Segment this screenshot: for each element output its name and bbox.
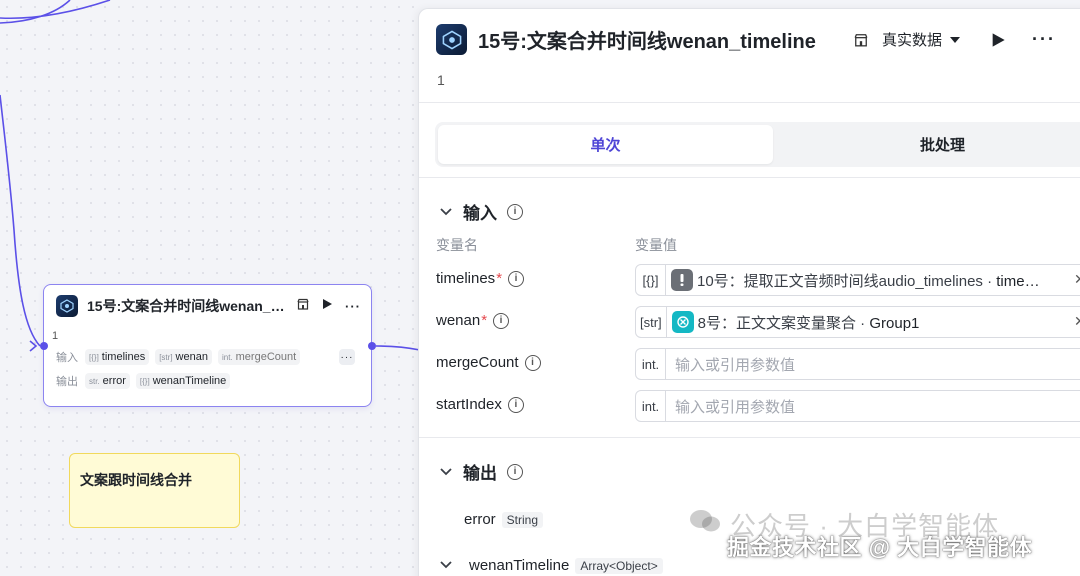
info-icon[interactable]: i: [507, 203, 523, 220]
node-output-label: 输出: [56, 376, 78, 388]
store-icon[interactable]: [297, 297, 309, 315]
var-type-badge: int.: [636, 349, 666, 379]
caret-down-icon: [950, 31, 961, 48]
info-icon[interactable]: i: [524, 354, 541, 371]
panel-more-icon[interactable]: ···: [1032, 29, 1056, 50]
wechat-icon: [688, 507, 722, 542]
output-var-row[interactable]: wenanTimeline Array<Object>: [439, 557, 663, 574]
plugin-logo-icon: [56, 295, 78, 317]
node-input-pill: [str] wenan: [155, 349, 212, 365]
input-placeholder: 输入或引用参数值: [675, 356, 796, 374]
panel-subtitle: 1: [437, 72, 445, 88]
node-input-port[interactable]: [40, 342, 48, 350]
info-icon[interactable]: i: [507, 463, 523, 480]
var-name-startindex: startIndex i: [436, 396, 524, 413]
close-icon[interactable]: ✕: [1074, 271, 1080, 288]
output-section-header[interactable]: 输出 i: [439, 459, 523, 484]
var-type-badge: int.: [636, 391, 666, 421]
var-ref-text: 10号：提取正文音频时间线audio_timelines · time…: [697, 272, 1040, 290]
var-name-timelines: timelines * i: [436, 270, 525, 287]
watermark-line2: 掘金技术社区 @ 大白学智能体: [727, 535, 1033, 560]
node-output-port[interactable]: [368, 342, 376, 350]
node-test-panel: 15号:文案合并时间线wenan_timeline 真实数据 ··· 1 单次 …: [418, 8, 1080, 576]
var-ref-text: 8号：正文文案变量聚合 · Group1: [697, 314, 920, 332]
plugin-logo-icon: [436, 24, 467, 55]
output-name: wenanTimeline: [469, 557, 570, 574]
run-node-button[interactable]: [990, 32, 1006, 48]
divider: [419, 102, 1080, 103]
node-more-icon[interactable]: ···: [345, 299, 361, 314]
column-header-value: 变量值: [635, 237, 677, 253]
var-type-badge: [str]: [636, 307, 667, 337]
input-var-row: wenan* i [str] 8号：正文文案变量聚合 · Group1 ✕: [419, 306, 1080, 338]
mergecount-input[interactable]: int. 输入或引用参数值: [635, 348, 1080, 380]
output-name: error: [464, 511, 496, 528]
divider: [419, 177, 1080, 178]
node-input-pill: int. mergeCount: [217, 349, 301, 365]
divider: [419, 437, 1080, 438]
node-inputs-row: 输入 [{}] timelines [str] wenan int. mergeCou…: [44, 345, 371, 369]
store-icon[interactable]: [854, 33, 868, 47]
chevron-down-icon: [439, 202, 453, 222]
node-outputs-row: 输出 str. error [{}] wenanTimeline: [44, 369, 371, 393]
output-type-tag: Array<Object>: [575, 557, 663, 574]
info-icon[interactable]: i: [508, 270, 525, 287]
note-text: 文案跟时间线合并: [80, 472, 192, 488]
variable-merge-icon: [671, 311, 694, 333]
column-header-name: 变量名: [436, 237, 478, 253]
node-input-pill: [{}] timelines: [85, 349, 150, 365]
var-type-badge: [{}]: [636, 265, 666, 295]
output-type-tag: String: [501, 511, 544, 528]
chevron-down-icon: [439, 462, 453, 482]
input-section-header[interactable]: 输入 i: [439, 199, 523, 224]
chevron-down-icon: [439, 557, 453, 574]
tab-single[interactable]: 单次: [438, 125, 773, 164]
node-output-pill: [{}] wenanTimeline: [135, 373, 231, 389]
info-icon[interactable]: i: [507, 396, 524, 413]
output-var-row: error String: [464, 511, 544, 528]
workflow-node-card[interactable]: 15号:文案合并时间线wenan_timeline ··· 1 输入 [{}]t…: [43, 284, 372, 407]
var-name-mergecount: mergeCount i: [436, 354, 541, 371]
panel-title: 15号:文案合并时间线wenan_timeline: [478, 31, 816, 53]
warning-icon: [671, 269, 693, 291]
tab-batch[interactable]: 批处理: [773, 125, 1080, 164]
node-inputs-more-button[interactable]: ···: [339, 349, 355, 365]
node-input-label: 输入: [56, 352, 78, 364]
run-node-icon[interactable]: [321, 297, 333, 315]
data-mode-dropdown[interactable]: 真实数据: [882, 29, 961, 50]
info-icon[interactable]: i: [493, 312, 510, 329]
node-output-pill: str. error: [85, 373, 130, 389]
startindex-input[interactable]: int. 输入或引用参数值: [635, 390, 1080, 422]
var-name-wenan: wenan * i: [436, 312, 510, 329]
input-placeholder: 输入或引用参数值: [675, 398, 796, 416]
run-mode-tabs: 单次 批处理: [435, 122, 1080, 167]
input-var-row: timelines * i [{}] 10号：提取正文音频时间线audio_tim…: [419, 264, 1080, 296]
output-section-title: 输出: [463, 464, 497, 483]
input-section-title: 输入: [463, 204, 497, 223]
var-ref-field-timelines[interactable]: [{}] 10号：提取正文音频时间线audio_timelines · time…: [635, 264, 1080, 296]
node-title: 15号:文案合并时间线wenan_timeline: [87, 298, 289, 314]
input-var-row: mergeCount i int. 输入或引用参数值: [419, 348, 1080, 380]
sticky-note[interactable]: 文案跟时间线合并: [69, 453, 240, 528]
var-ref-field-wenan[interactable]: [str] 8号：正文文案变量聚合 · Group1 ✕: [635, 306, 1080, 338]
panel-header: 15号:文案合并时间线wenan_timeline 真实数据 ···: [436, 24, 1080, 55]
data-mode-label: 真实数据: [882, 32, 943, 49]
input-var-row: startIndex i int. 输入或引用参数值: [419, 390, 1080, 422]
node-subtitle: 1: [52, 330, 59, 342]
close-icon[interactable]: ✕: [1074, 313, 1080, 330]
